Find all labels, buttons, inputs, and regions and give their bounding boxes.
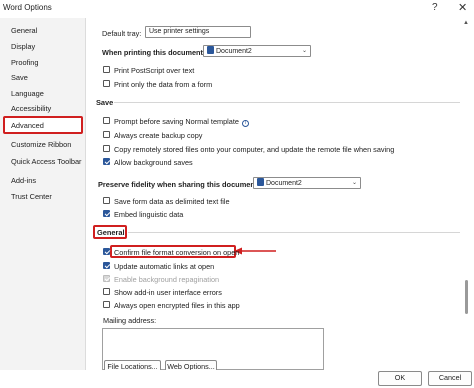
print-document-value: Document2 <box>216 48 252 55</box>
scrollbar-thumb[interactable] <box>465 280 468 314</box>
dialog-footer: OK Cancel <box>0 370 474 388</box>
when-printing-label: When printing this document: <box>102 48 206 57</box>
default-tray-dropdown[interactable]: Use printer settings <box>145 26 251 38</box>
general-divider <box>128 232 460 233</box>
backup-copy-label: Always create backup copy <box>114 131 203 140</box>
sidebar-item-save[interactable]: Save <box>11 73 28 82</box>
addin-errors-label: Show add-in user interface errors <box>114 288 222 297</box>
document-icon <box>207 46 214 54</box>
prompt-normal-template-checkbox[interactable] <box>103 117 110 124</box>
sidebar-item-general[interactable]: General <box>11 26 37 35</box>
default-tray-value: Use printer settings <box>149 28 210 35</box>
cancel-button[interactable]: Cancel <box>428 371 472 386</box>
sidebar-item-language[interactable]: Language <box>11 89 44 98</box>
sidebar-item-quick-access-toolbar[interactable]: Quick Access Toolbar <box>11 157 82 166</box>
help-icon[interactable]: ? <box>432 2 438 14</box>
title-bar: Word Options ? ✕ <box>0 0 474 18</box>
default-tray-label: Default tray: <box>102 29 142 38</box>
sidebar-item-advanced[interactable]: Advanced <box>11 121 44 130</box>
background-saves-checkbox[interactable] <box>103 158 110 165</box>
sidebar-item-add-ins[interactable]: Add-ins <box>11 176 36 185</box>
prompt-normal-template-label: Prompt before saving Normal template i <box>114 117 249 127</box>
general-section-heading: General <box>97 228 125 237</box>
save-divider <box>114 102 460 103</box>
embed-linguistic-checkbox[interactable] <box>103 210 110 217</box>
chevron-down-icon: ⌄ <box>301 48 307 54</box>
addin-errors-checkbox[interactable] <box>103 288 110 295</box>
sidebar-item-proofing[interactable]: Proofing <box>11 58 39 67</box>
close-icon[interactable]: ✕ <box>458 2 467 14</box>
save-section-heading: Save <box>96 98 114 107</box>
copy-remote-files-label: Copy remotely stored files onto your com… <box>114 145 395 154</box>
info-icon[interactable]: i <box>241 120 249 127</box>
print-postscript-checkbox[interactable] <box>103 66 110 73</box>
scrollbar[interactable]: ▲ <box>463 18 470 370</box>
fidelity-section-heading: Preserve fidelity when sharing this docu… <box>98 180 260 189</box>
sidebar-item-customize-ribbon[interactable]: Customize Ribbon <box>11 140 71 149</box>
update-links-label: Update automatic links at open <box>114 262 215 271</box>
background-saves-label: Allow background saves <box>114 158 193 167</box>
copy-remote-files-checkbox[interactable] <box>103 145 110 152</box>
fidelity-document-dropdown[interactable]: Document2 ⌄ <box>253 177 361 189</box>
ok-button[interactable]: OK <box>378 371 422 386</box>
document-icon <box>257 178 264 186</box>
sidebar-item-display[interactable]: Display <box>11 42 35 51</box>
sidebar-item-trust-center[interactable]: Trust Center <box>11 192 52 201</box>
print-form-data-label: Print only the data from a form <box>114 80 213 89</box>
save-form-data-checkbox[interactable] <box>103 197 110 204</box>
confirm-conversion-label: Confirm file format conversion on open <box>114 248 240 257</box>
fidelity-document-value: Document2 <box>266 180 302 187</box>
background-repagination-checkbox <box>103 275 110 282</box>
chevron-down-icon: ⌄ <box>351 180 357 186</box>
print-document-dropdown[interactable]: Document2 ⌄ <box>203 45 311 57</box>
print-form-data-checkbox[interactable] <box>103 80 110 87</box>
open-encrypted-label: Always open encrypted files in this app <box>114 301 240 310</box>
update-links-checkbox[interactable] <box>103 262 110 269</box>
backup-copy-checkbox[interactable] <box>103 131 110 138</box>
embed-linguistic-label: Embed linguistic data <box>114 210 184 219</box>
window-title: Word Options <box>3 3 52 12</box>
background-repagination-label: Enable background repagination <box>114 275 220 284</box>
scroll-up-icon[interactable]: ▲ <box>463 20 469 26</box>
open-encrypted-checkbox[interactable] <box>103 301 110 308</box>
confirm-conversion-checkbox[interactable] <box>103 248 110 255</box>
save-form-data-label: Save form data as delimited text file <box>114 197 230 206</box>
sidebar-item-accessibility[interactable]: Accessibility <box>11 104 51 113</box>
sidebar: General Display Proofing Save Language A… <box>0 18 86 370</box>
print-postscript-label: Print PostScript over text <box>114 66 195 75</box>
mailing-address-label: Mailing address: <box>103 316 157 325</box>
